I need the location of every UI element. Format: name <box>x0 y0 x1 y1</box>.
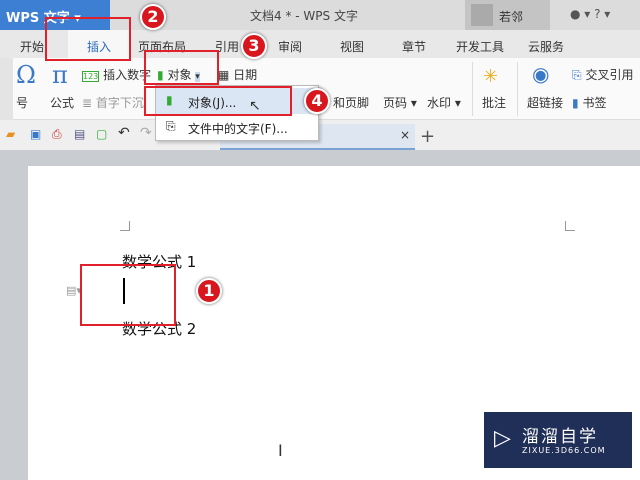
drop-cap-button[interactable]: ≣ 首字下沉 <box>82 94 144 111</box>
insert-number-button[interactable]: 123 插入数字 <box>82 66 151 83</box>
avatar <box>471 4 493 26</box>
highlight-box <box>80 264 176 326</box>
step-badge: 3 <box>241 33 267 59</box>
tab-review[interactable]: 审阅 <box>278 38 302 55</box>
omega-icon: Ω <box>16 61 36 89</box>
bookmark-button[interactable]: ▮ 书签 <box>572 94 606 111</box>
open-icon[interactable]: ▰ <box>6 127 15 141</box>
step-badge: 4 <box>304 88 330 114</box>
step-badge: 1 <box>196 278 222 304</box>
print-preview-icon[interactable]: ▢ <box>96 127 107 141</box>
symbol-button[interactable]: 号 <box>16 94 28 111</box>
tab-developer[interactable]: 开发工具 <box>456 38 504 55</box>
tab-section[interactable]: 章节 <box>402 38 426 55</box>
hyperlink-button[interactable]: 超链接 <box>527 94 563 111</box>
tab-view[interactable]: 视图 <box>340 38 364 55</box>
page-number-button[interactable]: 页码 ▾ <box>383 94 417 111</box>
watermark-button[interactable]: 水印 ▾ <box>427 94 461 111</box>
tab-home[interactable]: 开始 <box>20 38 44 55</box>
date-button[interactable]: ▦ 日期 <box>218 66 257 83</box>
comment-icon: ✳ <box>483 66 499 87</box>
close-tab-icon[interactable]: × <box>400 128 410 142</box>
new-tab-button[interactable]: + <box>420 126 435 147</box>
document-title: 文档4 * - WPS 文字 <box>250 9 358 23</box>
print-icon[interactable]: ▤ <box>74 127 85 141</box>
export-pdf-icon[interactable]: ⎙ <box>52 127 62 142</box>
cross-reference-button[interactable]: ⎘ 交叉引用 <box>572 66 633 83</box>
redo-icon[interactable]: ↷ <box>140 125 152 141</box>
margin-mark <box>565 221 575 231</box>
header-footer-button[interactable]: 和页脚 <box>333 94 369 111</box>
pi-icon: π <box>52 61 68 89</box>
ibeam-cursor-icon: I <box>278 441 283 460</box>
margin-mark <box>120 221 130 231</box>
undo-icon[interactable]: ↶ <box>118 125 130 141</box>
ribbon-scroll-left[interactable] <box>0 58 13 120</box>
comment-button[interactable]: 批注 <box>482 94 506 111</box>
globe-icon: ◉ <box>532 62 550 86</box>
highlight-box <box>144 86 292 116</box>
formula-button[interactable]: 公式 <box>50 94 74 111</box>
step-badge: 2 <box>140 4 166 30</box>
play-logo-icon: ▷ <box>494 426 511 451</box>
help-icon[interactable]: ● ▾ ? ▾ <box>570 7 610 21</box>
highlight-box <box>45 17 131 61</box>
save-icon[interactable]: ▣ <box>30 127 41 141</box>
menu-item-text-from-file[interactable]: ⎘ 文件中的文字(F)... <box>156 114 318 140</box>
tab-cloud[interactable]: 云服务 <box>528 38 564 55</box>
user-name: 若邻 <box>499 10 524 24</box>
user-account[interactable]: 若邻 <box>465 0 550 30</box>
highlight-box <box>144 50 219 85</box>
watermark-logo: ▷ 溜溜自学 ZIXUE.3D66.COM <box>484 412 632 468</box>
